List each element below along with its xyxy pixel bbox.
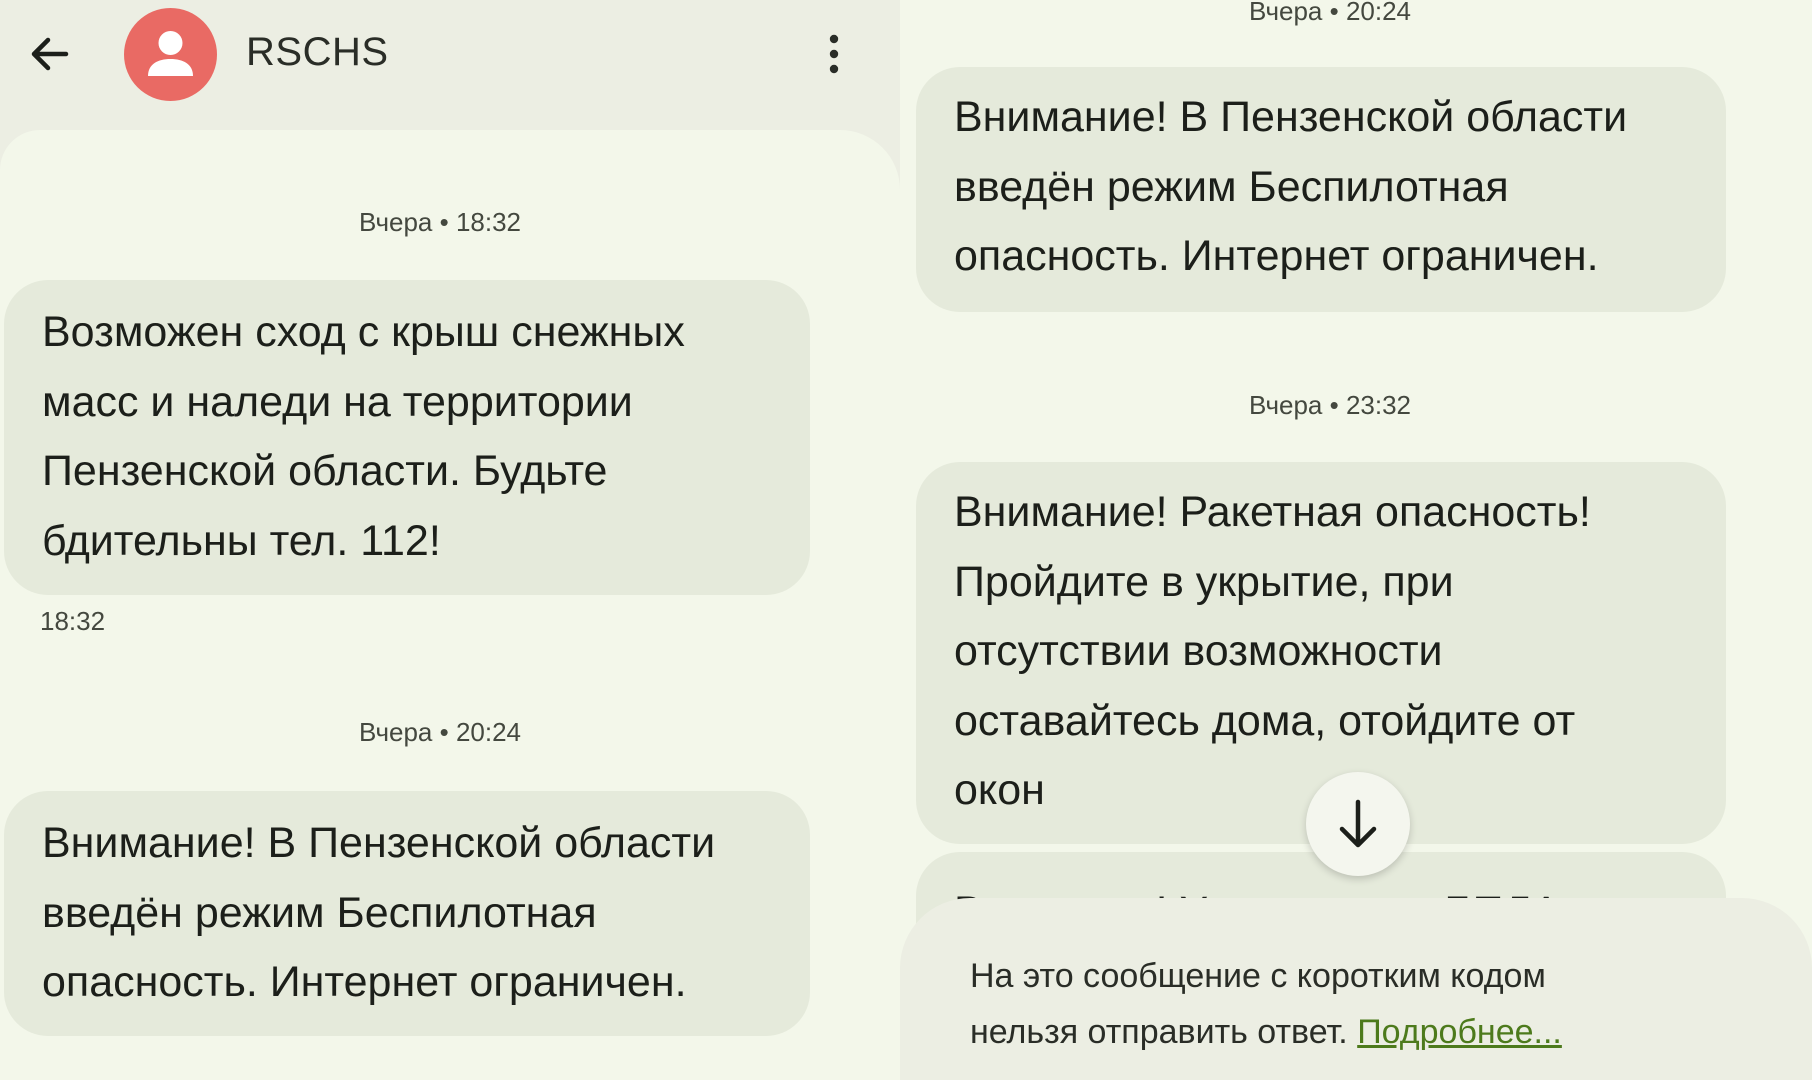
more-vert-icon	[829, 34, 839, 74]
back-arrow-icon	[31, 37, 69, 71]
message-time: 18:32	[40, 606, 106, 636]
arrow-down-icon	[1339, 799, 1377, 848]
message-bubble[interactable]: Возможен сход с крыш снежных масс и нале…	[4, 280, 810, 595]
message-text-line: Пензенской области. Будьте	[42, 447, 608, 495]
date-separator: Вчера • 23:32	[1248, 390, 1412, 420]
date-separator: Вчера • 20:24	[1248, 0, 1412, 26]
notice-line-2: нельзя отправить ответ.	[970, 1013, 1358, 1051]
person-icon	[148, 31, 193, 76]
message-text-line: введён режим Беспилотная	[954, 162, 1509, 211]
message-bubble[interactable]: Внимание! В Пензенской области введён ре…	[916, 67, 1726, 312]
scroll-to-bottom-button[interactable]	[1306, 772, 1410, 876]
message-text-line: отсутствии возможности	[954, 627, 1443, 675]
message-thread[interactable]: Вчера • 18:32 Возможен сход с крыш снежн…	[0, 130, 900, 1080]
right-screenshot[interactable]: Вчера • 20:24 Внимание! В Пензенской обл…	[900, 0, 1812, 1080]
message-text-line: оставайтесь дома, отойдите от	[954, 696, 1576, 745]
notice-line-1: На это сообщение с коротким кодом	[970, 957, 1546, 995]
date-separator: Вчера • 20:24	[358, 717, 522, 747]
reply-disabled-notice: На это сообщение с коротким кодом нельзя…	[900, 898, 1812, 1080]
avatar[interactable]	[124, 8, 217, 101]
learn-more-link[interactable]: Подробнее...	[1357, 1013, 1562, 1051]
more-options-button[interactable]	[815, 30, 853, 78]
message-text-line: введён режим Беспилотная	[42, 888, 597, 937]
conversation-header: RSCHS	[0, 0, 900, 130]
date-separator: Вчера • 18:32	[358, 207, 522, 237]
contact-name: RSCHS	[246, 30, 389, 74]
message-text-line: масс и наледи на территории	[42, 377, 633, 426]
message-text-line: Пройдите в укрытие, при	[954, 557, 1454, 606]
message-text-line: бдительны тел. 112!	[42, 516, 441, 565]
message-text-line: опасность. Интернет ограничен.	[42, 958, 687, 1006]
message-text-line: Возможен сход с крыш снежных	[42, 308, 685, 356]
message-text-line: Внимание! Ракетная опасность!	[954, 488, 1591, 536]
message-bubble[interactable]: Внимание! В Пензенской области введён ре…	[4, 791, 810, 1036]
left-screenshot: RSCHS Вчера • 18:32 Возможен сход с крыш…	[0, 0, 900, 1080]
message-text-line: Внимание! В Пензенской области	[954, 93, 1628, 141]
message-text-line: Внимание! В Пензенской области	[42, 819, 716, 867]
message-text-line: опасность. Интернет ограничен.	[954, 232, 1599, 280]
notice-text: На это сообщение с коротким кодом нельзя…	[970, 948, 1562, 1060]
back-button[interactable]	[26, 30, 74, 78]
